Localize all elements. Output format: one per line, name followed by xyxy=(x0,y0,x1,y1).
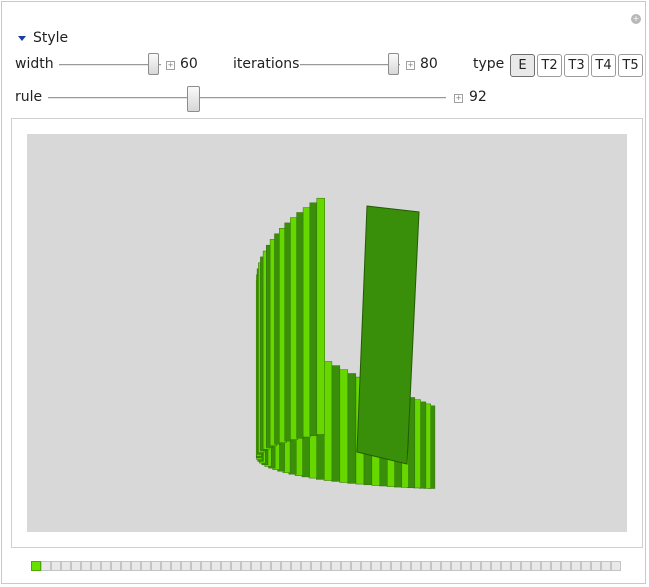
progress-bar xyxy=(31,561,621,571)
type-option-t2[interactable]: T2 xyxy=(537,54,562,77)
progress-cell xyxy=(421,561,431,571)
spiral-fin xyxy=(331,365,341,482)
progress-cell xyxy=(241,561,251,571)
progress-cell xyxy=(371,561,381,571)
progress-cell xyxy=(511,561,521,571)
progress-cell xyxy=(131,561,141,571)
progress-cell xyxy=(311,561,321,571)
progress-cell xyxy=(41,561,51,571)
manipulate-panel: + Style width + 60 iterations + 80 type … xyxy=(1,1,646,584)
width-value: 60 xyxy=(180,56,198,72)
progress-cell xyxy=(301,561,311,571)
rule-plus-icon[interactable]: + xyxy=(454,94,463,103)
cellular-automaton-spiral-plot xyxy=(255,197,436,489)
progress-cell xyxy=(271,561,281,571)
progress-cell xyxy=(611,561,621,571)
progress-cell xyxy=(491,561,501,571)
iterations-slider-thumb[interactable] xyxy=(388,53,399,75)
progress-cell xyxy=(151,561,161,571)
progress-cell xyxy=(221,561,231,571)
progress-cell xyxy=(351,561,361,571)
progress-cell xyxy=(261,561,271,571)
width-slider-thumb[interactable] xyxy=(148,53,159,75)
progress-cell xyxy=(411,561,421,571)
style-disclosure[interactable]: Style xyxy=(18,30,68,46)
progress-cell xyxy=(291,561,301,571)
progress-cell xyxy=(141,561,151,571)
progress-cell xyxy=(61,561,71,571)
progress-cell xyxy=(551,561,561,571)
progress-cell xyxy=(361,561,371,571)
progress-cell xyxy=(91,561,101,571)
width-plus-icon[interactable]: + xyxy=(166,61,175,70)
progress-cell xyxy=(191,561,201,571)
width-slider-track[interactable] xyxy=(59,64,161,66)
progress-cell xyxy=(501,561,511,571)
spiral-fin xyxy=(309,202,318,436)
rule-slider-thumb[interactable] xyxy=(187,86,200,112)
type-option-e[interactable]: E xyxy=(510,54,535,77)
triangle-down-icon xyxy=(18,35,26,41)
progress-cell xyxy=(31,561,41,571)
progress-cell xyxy=(81,561,91,571)
progress-cell xyxy=(331,561,341,571)
progress-cell xyxy=(201,561,211,571)
type-option-t5[interactable]: T5 xyxy=(618,54,643,77)
progress-cell xyxy=(281,561,291,571)
progress-cell xyxy=(581,561,591,571)
rule-slider-track[interactable] xyxy=(48,97,446,99)
iterations-plus-icon[interactable]: + xyxy=(406,61,415,70)
progress-cell xyxy=(181,561,191,571)
progress-cell xyxy=(601,561,611,571)
graphics3d-scene[interactable] xyxy=(27,134,627,532)
progress-cell xyxy=(461,561,471,571)
graphics-frame xyxy=(11,118,643,548)
progress-cell xyxy=(51,561,61,571)
iterations-slider-track[interactable] xyxy=(300,64,400,66)
progress-cell xyxy=(321,561,331,571)
progress-cell xyxy=(401,561,411,571)
progress-cell xyxy=(211,561,221,571)
iterations-value: 80 xyxy=(420,56,438,72)
spiral-fin xyxy=(339,369,349,483)
width-label: width xyxy=(15,56,54,72)
spiral-fin xyxy=(323,361,333,481)
progress-cell xyxy=(171,561,181,571)
progress-cell xyxy=(111,561,121,571)
progress-cell xyxy=(441,561,451,571)
progress-cell xyxy=(251,561,261,571)
type-label: type xyxy=(473,56,505,72)
type-selector: E T2 T3 T4 T5 xyxy=(510,54,645,77)
type-option-t4[interactable]: T4 xyxy=(591,54,616,77)
progress-cell xyxy=(121,561,131,571)
progress-cell xyxy=(521,561,531,571)
progress-cell xyxy=(531,561,541,571)
progress-cell xyxy=(231,561,241,571)
progress-cell xyxy=(471,561,481,571)
progress-cell xyxy=(431,561,441,571)
progress-cell xyxy=(591,561,601,571)
progress-cell xyxy=(71,561,81,571)
style-label: Style xyxy=(33,30,69,46)
type-option-t3[interactable]: T3 xyxy=(564,54,589,77)
rule-label: rule xyxy=(15,89,43,105)
spiral-fin xyxy=(316,197,325,435)
progress-cell xyxy=(481,561,491,571)
progress-cell xyxy=(451,561,461,571)
progress-cell xyxy=(571,561,581,571)
progress-cell xyxy=(381,561,391,571)
options-plus-icon[interactable]: + xyxy=(631,14,641,24)
progress-cell xyxy=(341,561,351,571)
progress-cell xyxy=(161,561,171,571)
rule-value: 92 xyxy=(469,89,487,105)
progress-cell xyxy=(101,561,111,571)
progress-cell xyxy=(391,561,401,571)
spiral-fin xyxy=(347,373,357,484)
progress-cell xyxy=(541,561,551,571)
iterations-label: iterations xyxy=(233,56,300,72)
progress-cell xyxy=(561,561,571,571)
